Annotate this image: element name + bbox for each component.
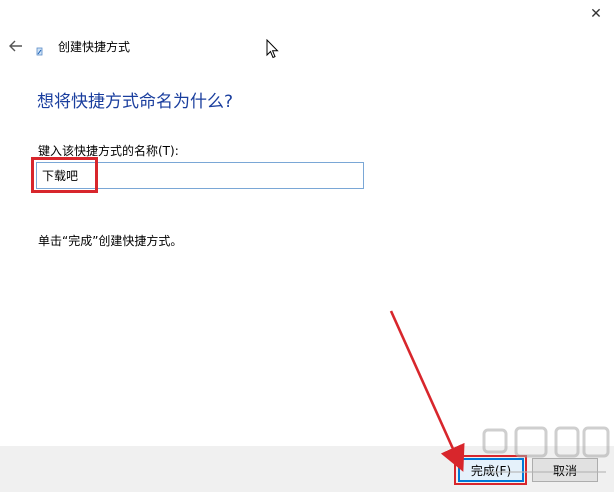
back-arrow-icon [9, 40, 22, 52]
name-highlight-box [31, 157, 98, 193]
back-button[interactable] [8, 38, 24, 54]
shortcut-wizard-icon [36, 42, 44, 56]
wizard-title: 创建快捷方式 [58, 40, 131, 54]
watermark-logo [482, 426, 610, 473]
mouse-cursor-icon [266, 38, 279, 59]
close-icon: ✕ [590, 6, 602, 22]
finish-hint-text: 单击“完成”创建快捷方式。 [38, 234, 183, 248]
close-button[interactable]: ✕ [578, 0, 614, 28]
page-heading: 想将快捷方式命名为什么? [37, 92, 234, 112]
